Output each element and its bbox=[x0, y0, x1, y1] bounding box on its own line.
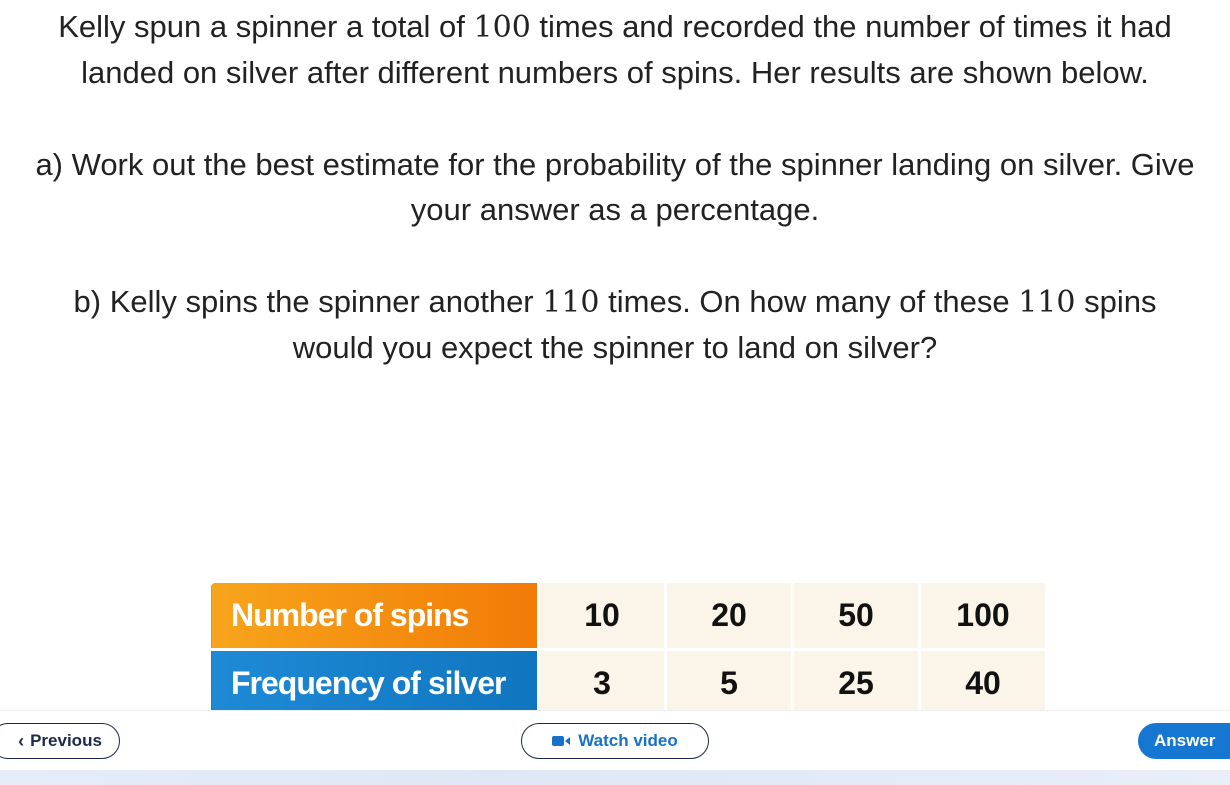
question-intro: Kelly spun a spinner a total of 100 time… bbox=[58, 9, 1172, 90]
question-part-a: a) Work out the best estimate for the pr… bbox=[35, 147, 1195, 227]
answer-label: Answer bbox=[1154, 731, 1216, 750]
watch-video-button[interactable]: Watch video bbox=[521, 723, 709, 759]
navigation-footer: ‹ Previous Watch video Answer bbox=[0, 710, 1230, 771]
table-cell: 20 bbox=[664, 580, 794, 651]
question-part-b: b) Kelly spins the spinner another 110 t… bbox=[73, 284, 1157, 365]
table-cell: 5 bbox=[664, 648, 794, 719]
chevron-left-icon: ‹ bbox=[18, 730, 25, 751]
table-cell: 40 bbox=[918, 648, 1048, 719]
question-text: Kelly spun a spinner a total of 100 time… bbox=[0, 0, 1230, 370]
row-header-number-of-spins: Number of spins bbox=[208, 580, 540, 651]
table-cell: 25 bbox=[791, 648, 921, 719]
table-cell: 10 bbox=[537, 580, 667, 651]
frequency-table: Number of spins 10 20 50 100 Frequency o… bbox=[208, 580, 1048, 719]
table-cell: 3 bbox=[537, 648, 667, 719]
table-row: Number of spins 10 20 50 100 bbox=[208, 580, 1048, 651]
table-cell: 50 bbox=[791, 580, 921, 651]
bottom-band bbox=[0, 770, 1230, 785]
previous-button[interactable]: ‹ Previous bbox=[0, 723, 120, 759]
row-header-frequency-of-silver: Frequency of silver bbox=[208, 648, 540, 719]
table-row: Frequency of silver 3 5 25 40 bbox=[208, 648, 1048, 719]
video-camera-icon bbox=[552, 736, 571, 746]
answer-button[interactable]: Answer bbox=[1138, 723, 1230, 759]
table-cell: 100 bbox=[918, 580, 1048, 651]
watch-video-label: Watch video bbox=[578, 731, 678, 750]
previous-label: Previous bbox=[30, 731, 102, 750]
